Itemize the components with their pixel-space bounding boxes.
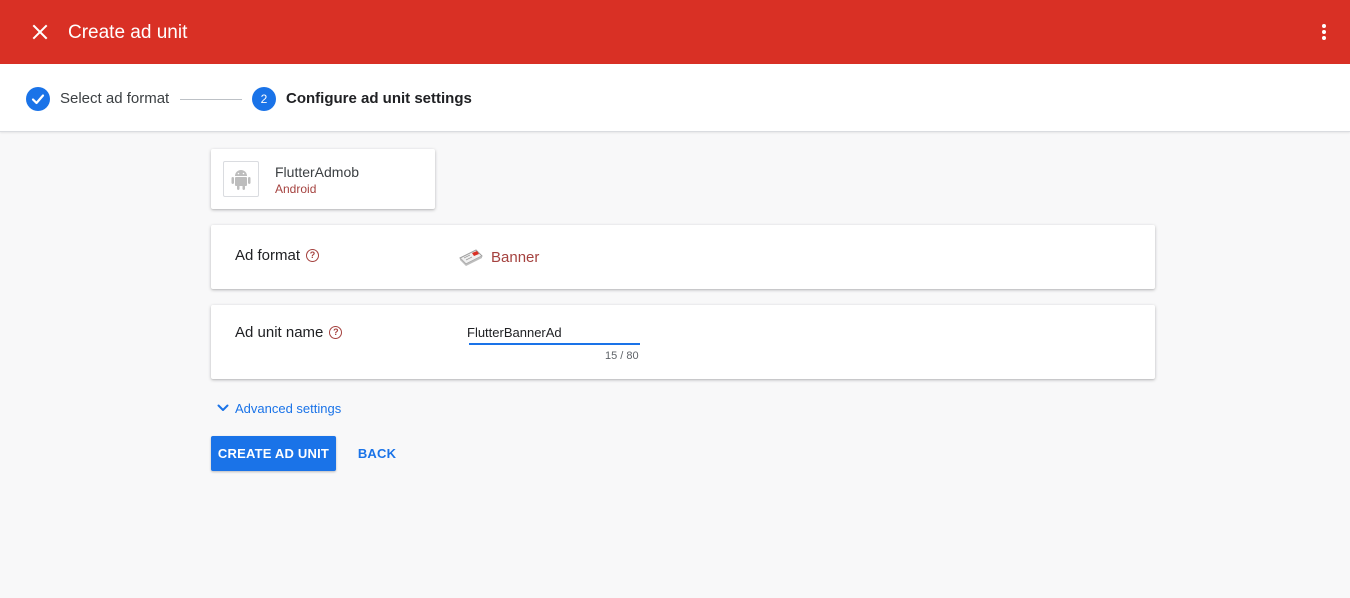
page-title: Create ad unit xyxy=(68,22,188,43)
check-icon[interactable] xyxy=(26,87,50,111)
android-icon xyxy=(223,161,259,197)
step-number-icon: 2 xyxy=(252,87,276,111)
chevron-down-icon xyxy=(217,404,229,411)
close-icon[interactable] xyxy=(28,20,52,44)
app-card: FlutterAdmob Android xyxy=(211,149,435,209)
step-connector xyxy=(180,99,242,100)
ad-format-label: Ad format xyxy=(235,247,301,264)
ad-format-value: Banner xyxy=(491,249,540,266)
top-app-bar: Create ad unit xyxy=(0,0,1350,64)
help-icon[interactable]: ? xyxy=(306,249,320,262)
help-icon[interactable]: ? xyxy=(329,326,343,339)
step-select-ad-format[interactable]: Select ad format xyxy=(60,90,169,107)
stepper: Select ad format 2 Configure ad unit set… xyxy=(0,64,1350,132)
step-configure-settings: Configure ad unit settings xyxy=(286,90,472,107)
back-button[interactable]: BACK xyxy=(348,436,406,471)
ad-unit-name-label: Ad unit name xyxy=(235,324,324,341)
char-counter: 15 / 80 xyxy=(605,350,639,362)
advanced-settings-label: Advanced settings xyxy=(235,400,342,416)
advanced-settings-toggle[interactable]: Advanced settings xyxy=(215,400,341,416)
ad-unit-name-input[interactable] xyxy=(467,320,640,344)
input-underline xyxy=(469,343,640,345)
ad-format-card: Ad format ? Banner xyxy=(211,225,1155,289)
ad-unit-name-card: Ad unit name ? 15 / 80 xyxy=(211,305,1155,379)
ad-format-label-row: Ad format ? xyxy=(235,247,320,264)
more-vert-icon[interactable] xyxy=(1312,20,1336,44)
banner-icon xyxy=(458,246,484,266)
create-ad-unit-button[interactable]: CREATE AD UNIT xyxy=(211,436,336,471)
app-name: FlutterAdmob xyxy=(275,164,360,180)
app-platform: Android xyxy=(275,182,317,196)
ad-unit-name-label-row: Ad unit name ? xyxy=(235,324,343,341)
